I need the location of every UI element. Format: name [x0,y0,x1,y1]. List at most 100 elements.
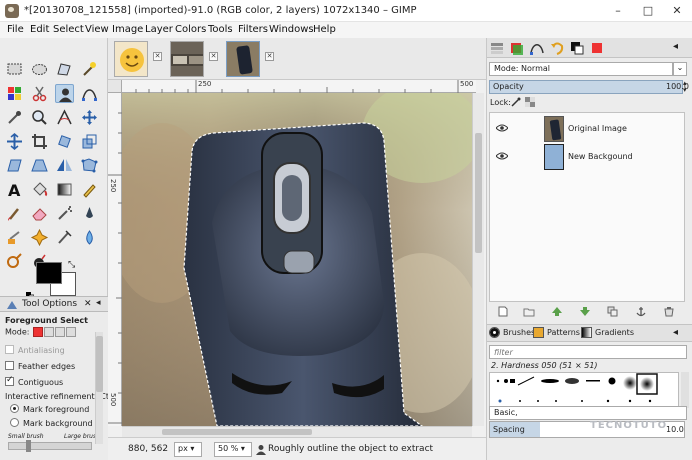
layer-mode-dropdown-icon[interactable]: ⌄ [673,62,687,76]
brush-grid[interactable] [489,372,679,408]
rotate-icon[interactable] [55,132,74,151]
foreground-select-icon[interactable] [55,84,74,103]
close-image-tab-2-icon[interactable]: ✕ [209,52,218,61]
menu-view[interactable]: View [85,24,109,35]
mode-replace-button[interactable] [33,327,44,337]
mode-intersect-button[interactable] [66,327,77,337]
lower-layer-icon[interactable] [579,306,591,317]
lock-pixels-icon[interactable] [511,97,521,107]
undo-history-tab-icon[interactable] [549,40,565,56]
antialiasing-checkbox[interactable]: Antialiasing [5,345,65,355]
zoom-select[interactable]: 50 % ▾ [214,442,252,457]
eye-icon[interactable] [496,124,508,132]
menu-tools[interactable]: Tools [208,24,233,35]
measure-icon[interactable] [55,108,74,127]
layer-row-original-image[interactable]: Original Image [490,115,684,143]
zoom-icon[interactable] [30,108,49,127]
image-tab-3-active[interactable] [226,41,260,77]
scale-icon[interactable] [80,132,99,151]
swap-colors-icon[interactable]: ⤡ [68,260,75,270]
align-icon[interactable] [5,132,24,151]
feather-edges-checkbox[interactable]: Feather edges [5,361,75,371]
vertical-ruler[interactable]: 250 500 [108,93,122,426]
free-select-icon[interactable] [55,60,74,79]
menu-edit[interactable]: Edit [30,24,49,35]
opacity-stepper[interactable]: ▴ ▾ [683,80,691,94]
mode-subtract-button[interactable] [55,327,66,337]
select-by-color-icon[interactable] [5,84,24,103]
brush-size-handle[interactable] [26,440,31,452]
blur-sharpen-icon[interactable] [80,228,99,247]
layers-tab-icon[interactable] [489,40,505,56]
tool-options-scrollbar[interactable] [95,332,103,444]
image-tab-2[interactable] [170,41,204,77]
duplicate-layer-icon[interactable] [607,306,619,317]
colors-tab-icon[interactable] [569,40,585,56]
pencil-icon[interactable] [80,180,99,199]
clone-icon[interactable] [5,228,24,247]
bucket-fill-icon[interactable] [30,180,49,199]
tab-patterns[interactable]: Patterns [533,327,580,341]
close-image-tab-3-icon[interactable]: ✕ [265,52,274,61]
canvas-vertical-scrollbar[interactable] [472,93,484,426]
eye-icon[interactable] [496,152,508,160]
contiguous-checkbox[interactable]: Contiguous [5,375,63,387]
dodge-burn-icon[interactable] [5,252,24,271]
ellipse-select-icon[interactable] [30,60,49,79]
tab-menu-icon[interactable]: ◂ [96,298,101,308]
ruler-corner[interactable] [108,80,122,93]
airbrush-icon[interactable] [55,204,74,223]
ink-icon[interactable] [80,204,99,223]
anchor-layer-icon[interactable] [635,306,647,317]
paintbrush-icon[interactable] [5,204,24,223]
layer-name-background[interactable]: New Backgound [568,152,633,161]
perspective-icon[interactable] [30,156,49,175]
mark-foreground-radio[interactable]: Mark foreground [10,404,89,414]
close-image-tab-1-icon[interactable]: ✕ [153,52,162,61]
mark-background-radio[interactable]: Mark background [10,418,93,428]
brushes-menu-icon[interactable]: ◂ [673,327,678,338]
foreground-color-swatch[interactable] [36,262,62,284]
brush-filter-input[interactable] [489,345,687,359]
color-picker-icon[interactable] [5,108,24,127]
cage-transform-icon[interactable] [80,156,99,175]
menu-colors[interactable]: Colors [175,24,206,35]
dock-menu-icon[interactable]: ◂ [673,41,678,52]
minimize-button[interactable]: – [603,0,633,22]
fuzzy-select-icon[interactable] [80,60,99,79]
image-tab-1[interactable] [114,41,148,77]
delete-layer-icon[interactable] [663,306,675,317]
menu-image[interactable]: Image [112,24,143,35]
canvas-horizontal-scrollbar[interactable] [122,426,472,437]
horizontal-ruler[interactable]: 250 500 [122,80,476,93]
lock-alpha-icon[interactable] [525,97,535,107]
paths-icon[interactable] [80,84,99,103]
scissors-select-icon[interactable] [30,84,49,103]
paths-tab-icon[interactable] [529,40,545,56]
brush-grid-scrollbar[interactable] [681,372,689,408]
menu-help[interactable]: Help [313,24,336,35]
opacity-slider[interactable]: Opacity 100.0 [489,80,689,94]
menu-layer[interactable]: Layer [145,24,173,35]
channels-tab-icon[interactable] [509,40,525,56]
rect-select-icon[interactable] [5,60,24,79]
layer-mode-select[interactable]: Mode: Normal [489,62,673,76]
tab-brushes[interactable]: Brushes [489,327,535,341]
layer-name-original[interactable]: Original Image [568,124,627,133]
eraser-icon[interactable] [30,204,49,223]
text-icon[interactable]: A [5,180,24,200]
smudge-icon[interactable] [55,228,74,247]
blend-icon[interactable] [55,180,74,199]
maximize-button[interactable]: □ [633,0,663,22]
brush-tag-select[interactable]: Basic, [489,406,687,420]
unit-select[interactable]: px ▾ [174,442,202,457]
new-layer-group-icon[interactable] [523,306,535,317]
palette-tab-icon[interactable] [589,40,605,56]
brush-size-slider[interactable] [8,442,92,450]
menu-select[interactable]: Select [53,24,84,35]
move-icon[interactable] [80,108,99,127]
menu-filters[interactable]: Filters [238,24,268,35]
close-button[interactable]: ✕ [662,0,692,22]
mode-add-button[interactable] [44,327,55,337]
layer-row-new-background[interactable]: New Backgound [490,143,684,171]
